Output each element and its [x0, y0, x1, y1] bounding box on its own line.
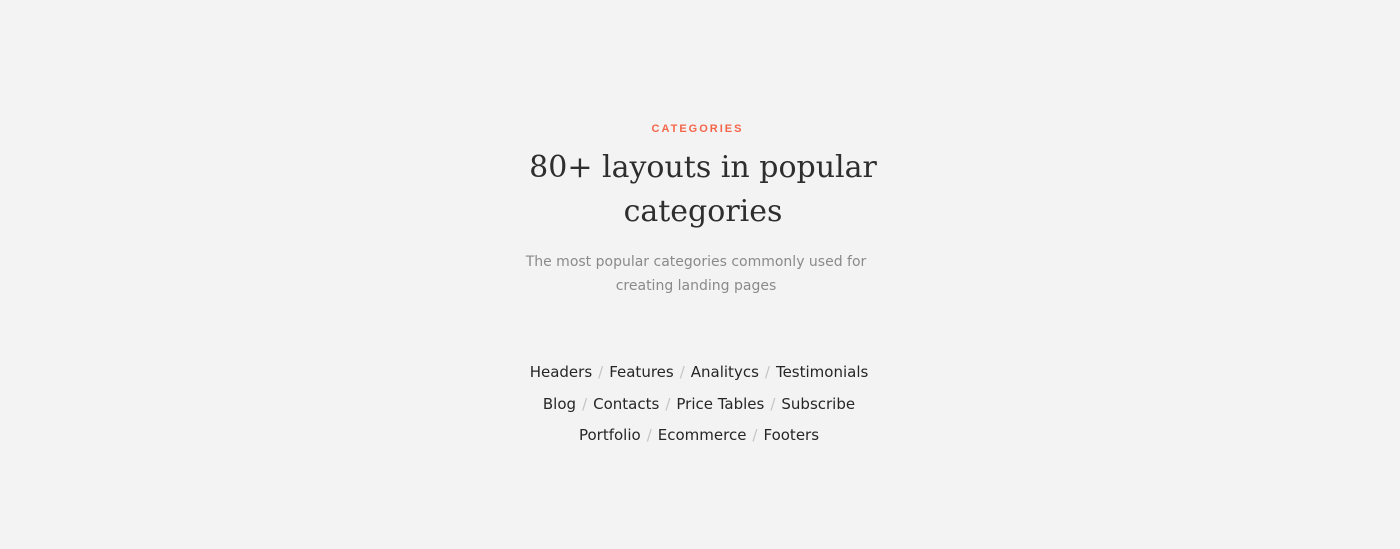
separator: /	[665, 394, 671, 413]
category-link-blog[interactable]: Blog	[543, 395, 576, 413]
category-link-ecommerce[interactable]: Ecommerce	[658, 426, 747, 444]
category-links: Headers / Features / Analitycs / Testimonials …	[500, 357, 898, 452]
category-link-portfolio[interactable]: Portfolio	[579, 426, 641, 444]
category-row: Portfolio / Ecommerce / Footers	[500, 420, 898, 452]
separator: /	[752, 426, 758, 444]
separator: /	[582, 394, 588, 413]
category-link-footers[interactable]: Footers	[763, 426, 819, 444]
category-link-testimonials[interactable]: Testimonials	[776, 363, 868, 381]
category-link-contacts[interactable]: Contacts	[593, 395, 659, 413]
category-link-features[interactable]: Features	[609, 363, 674, 381]
category-link-analitycs[interactable]: Analitycs	[691, 363, 759, 381]
category-link-price-tables[interactable]: Price Tables	[676, 395, 764, 413]
category-link-subscribe[interactable]: Subscribe	[781, 395, 855, 413]
categories-section: CATEGORIES 80+ layouts in popular catego…	[0, 0, 1400, 549]
section-subtitle: The most popular categories commonly use…	[525, 254, 867, 294]
separator: /	[770, 394, 776, 413]
category-row: Headers / Features / Analitycs / Testimonials	[500, 357, 898, 389]
separator: /	[679, 363, 685, 381]
category-link-headers[interactable]: Headers	[530, 363, 592, 381]
section-title: 80+ layouts in popular categories	[529, 150, 877, 229]
section-eyebrow: CATEGORIES	[651, 123, 744, 135]
category-row: Blog / Contacts / Price Tables / Subscribe	[500, 389, 898, 421]
separator: /	[598, 363, 604, 381]
separator: /	[764, 363, 770, 381]
separator: /	[646, 426, 652, 444]
